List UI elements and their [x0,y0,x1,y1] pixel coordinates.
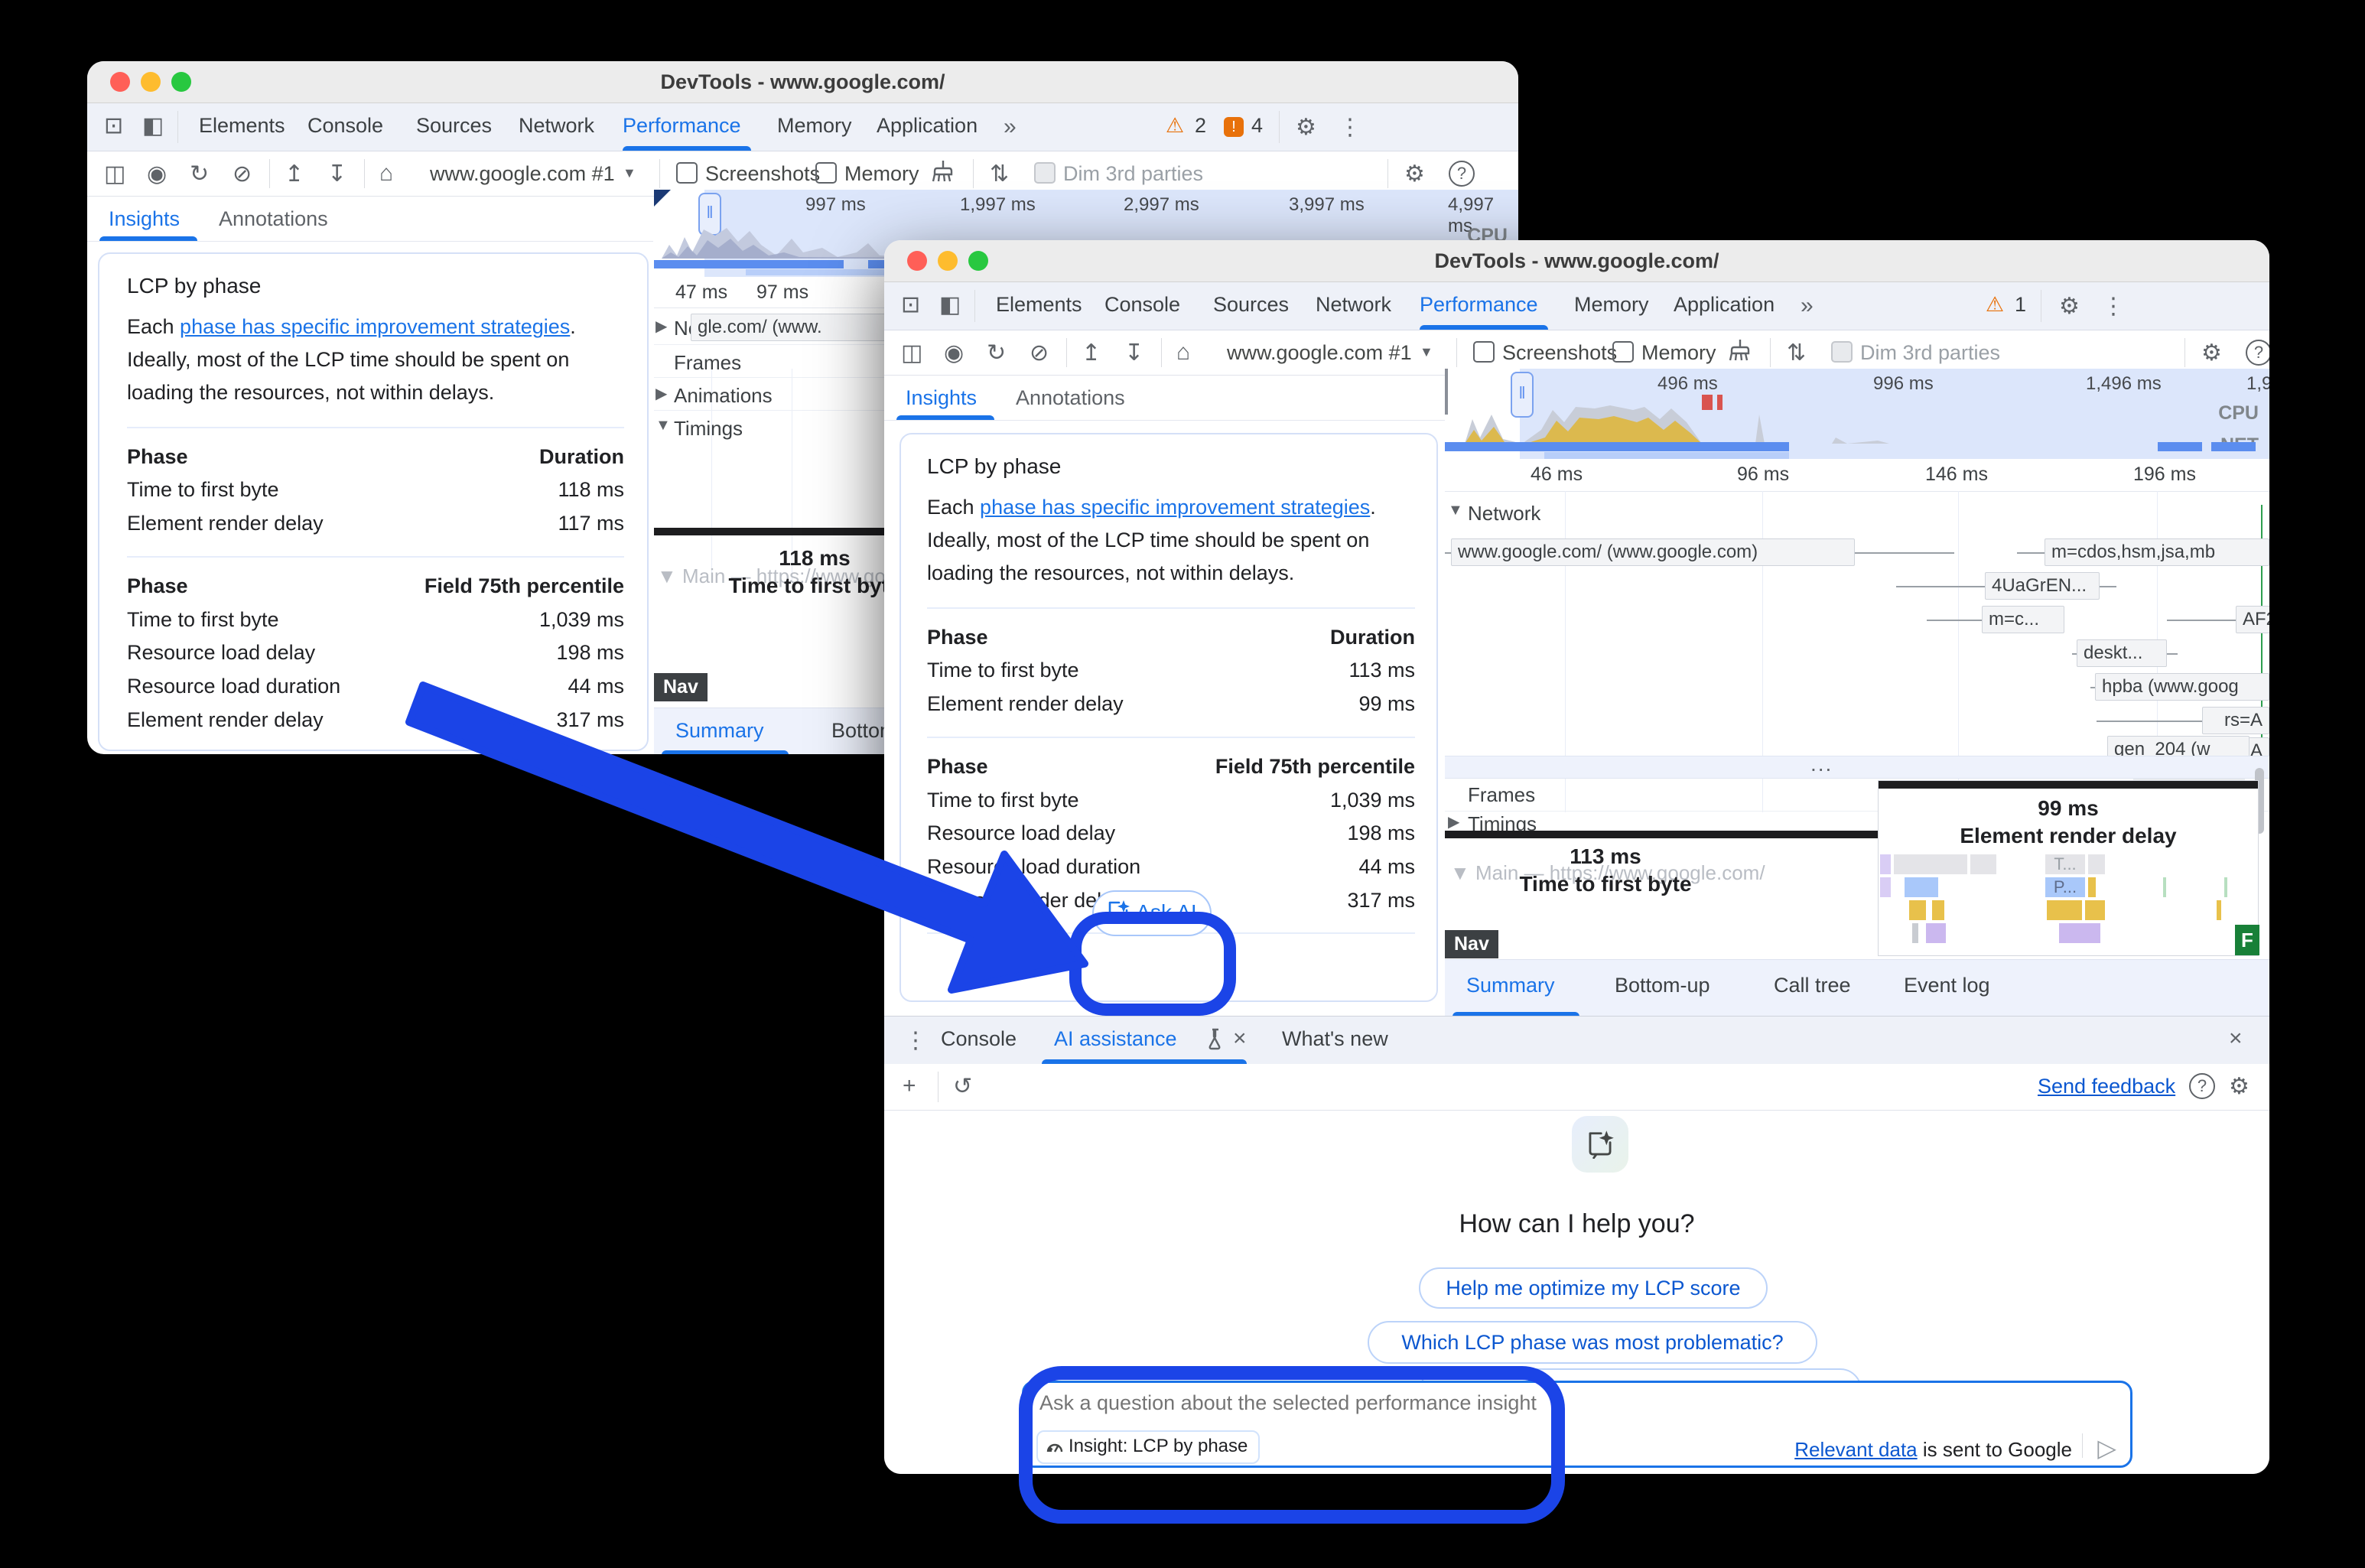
annotation-arrow [0,0,2365,1568]
